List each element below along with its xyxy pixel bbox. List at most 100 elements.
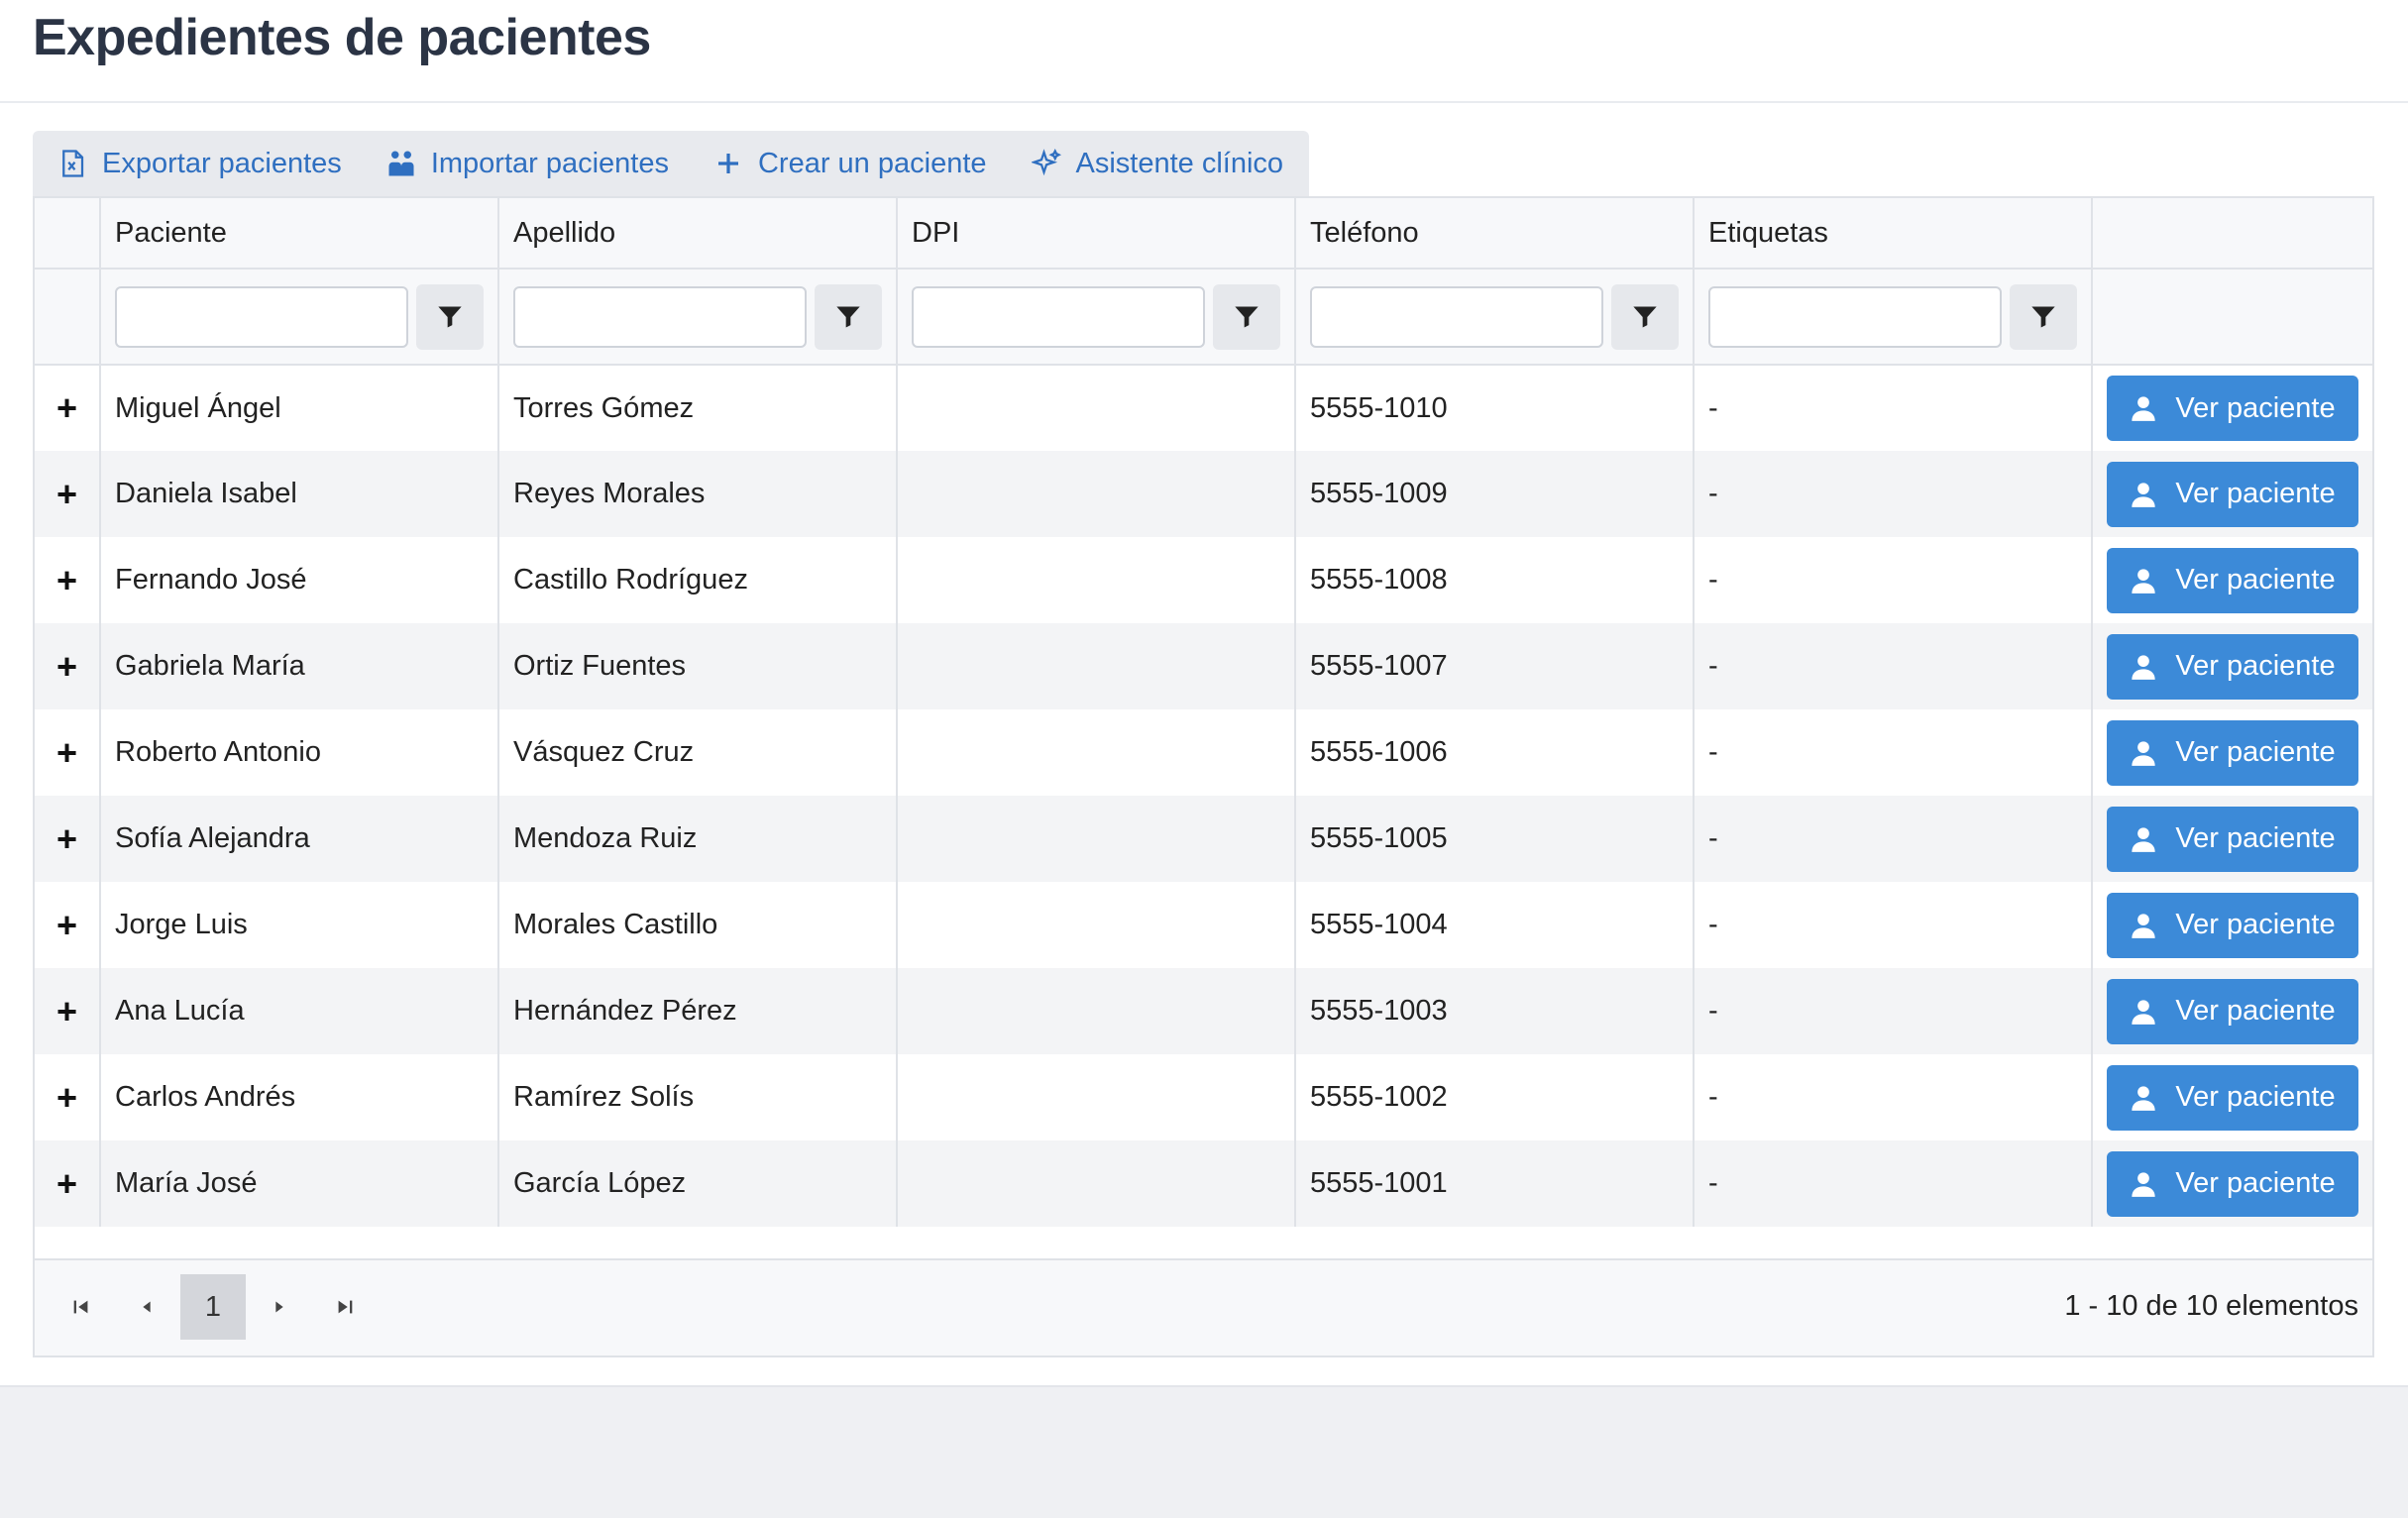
cell-dpi xyxy=(897,365,1296,451)
excel-file-icon xyxy=(56,148,88,179)
table-row: + Miguel Ángel Torres Gómez 5555-1010- Ver p… xyxy=(35,365,2372,451)
current-page-button[interactable]: 1 xyxy=(180,1274,246,1340)
create-patient-button[interactable]: Crear un paciente xyxy=(712,131,987,196)
view-patient-button[interactable]: Ver paciente xyxy=(2107,806,2358,872)
cell-telefono: 5555-1004 xyxy=(1295,882,1695,968)
clinical-assistant-button[interactable]: Asistente clínico xyxy=(1031,131,1284,196)
cell-dpi xyxy=(897,451,1296,537)
cell-etiquetas: - xyxy=(1694,1140,2093,1227)
user-icon xyxy=(2132,999,2156,1025)
expand-row-button[interactable]: + xyxy=(35,796,101,882)
filter-button-paciente[interactable] xyxy=(416,283,484,350)
expand-row-button[interactable]: + xyxy=(35,537,101,623)
view-patient-button[interactable]: Ver paciente xyxy=(2107,461,2358,527)
filter-input-etiquetas[interactable] xyxy=(1708,285,2002,348)
filter-button-apellido[interactable] xyxy=(815,283,882,350)
expand-row-button[interactable]: + xyxy=(35,968,101,1054)
expand-row-button[interactable]: + xyxy=(35,709,101,796)
filter-icon xyxy=(1633,306,1657,327)
cell-apellido: Ramírez Solís xyxy=(498,1054,898,1140)
column-header-etiquetas[interactable]: Etiquetas xyxy=(1694,198,2093,270)
expand-row-button[interactable]: + xyxy=(35,365,101,451)
filter-row xyxy=(35,269,2372,366)
export-patients-button[interactable]: Exportar pacientes xyxy=(56,131,342,196)
column-header-paciente[interactable]: Paciente xyxy=(100,198,499,270)
import-patients-button[interactable]: Importar pacientes xyxy=(385,131,669,196)
cell-etiquetas: - xyxy=(1694,365,2093,451)
filter-button-etiquetas[interactable] xyxy=(2010,283,2077,350)
cell-etiquetas: - xyxy=(1694,1054,2093,1140)
cell-etiquetas: - xyxy=(1694,537,2093,623)
column-header-telefono[interactable]: Teléfono xyxy=(1295,198,1695,270)
view-patient-button[interactable]: Ver paciente xyxy=(2107,978,2358,1044)
column-header-apellido[interactable]: Apellido xyxy=(498,198,898,270)
cell-actions: Ver paciente xyxy=(2092,709,2372,796)
next-page-button[interactable] xyxy=(247,1274,312,1340)
expand-row-button[interactable]: + xyxy=(35,623,101,709)
view-patient-button[interactable]: Ver paciente xyxy=(2107,719,2358,786)
cell-telefono: 5555-1001 xyxy=(1295,1140,1695,1227)
table-row: + Fernando José Castillo Rodríguez 5555-100… xyxy=(35,537,2372,623)
view-patient-button[interactable]: Ver paciente xyxy=(2107,633,2358,700)
cell-actions: Ver paciente xyxy=(2092,1054,2372,1140)
expand-row-button[interactable]: + xyxy=(35,451,101,537)
filter-input-dpi[interactable] xyxy=(912,285,1205,348)
view-patient-label: Ver paciente xyxy=(2175,478,2336,509)
filter-button-telefono[interactable] xyxy=(1611,283,1679,350)
view-patient-label: Ver paciente xyxy=(2175,1081,2336,1113)
cell-dpi xyxy=(897,968,1296,1054)
cell-etiquetas: - xyxy=(1694,968,2093,1054)
header-row: Paciente Apellido DPI Teléfono Etiquetas xyxy=(35,198,2372,270)
cell-dpi xyxy=(897,709,1296,796)
cell-paciente: Roberto Antonio xyxy=(100,709,499,796)
filter-input-telefono[interactable] xyxy=(1310,285,1603,348)
view-patient-label: Ver paciente xyxy=(2175,650,2336,682)
cell-apellido: Vásquez Cruz xyxy=(498,709,898,796)
cell-telefono: 5555-1008 xyxy=(1295,537,1695,623)
user-icon xyxy=(2132,654,2156,680)
filter-icon xyxy=(1235,306,1259,327)
user-icon xyxy=(2132,1171,2156,1197)
cell-etiquetas: - xyxy=(1694,796,2093,882)
view-patient-button[interactable]: Ver paciente xyxy=(2107,1150,2358,1217)
cell-paciente: Jorge Luis xyxy=(100,882,499,968)
first-page-button[interactable] xyxy=(49,1274,114,1340)
previous-page-button[interactable] xyxy=(114,1274,179,1340)
view-patient-button[interactable]: Ver paciente xyxy=(2107,376,2358,441)
cell-actions: Ver paciente xyxy=(2092,623,2372,709)
expand-row-button[interactable]: + xyxy=(35,882,101,968)
cell-telefono: 5555-1003 xyxy=(1295,968,1695,1054)
cell-apellido: Hernández Pérez xyxy=(498,968,898,1054)
view-patient-button[interactable]: Ver paciente xyxy=(2107,1064,2358,1131)
expand-row-button[interactable]: + xyxy=(35,1140,101,1227)
page-title: Expedientes de pacientes xyxy=(33,9,651,66)
cell-telefono: 5555-1002 xyxy=(1295,1054,1695,1140)
view-patient-label: Ver paciente xyxy=(2175,1167,2336,1199)
expand-column-header xyxy=(35,198,101,270)
filter-button-dpi[interactable] xyxy=(1213,283,1280,350)
filter-input-paciente[interactable] xyxy=(115,285,408,348)
cell-dpi xyxy=(897,882,1296,968)
first-page-icon xyxy=(73,1300,88,1314)
people-icon xyxy=(385,148,417,179)
clinical-assistant-label: Asistente clínico xyxy=(1075,147,1284,179)
user-icon xyxy=(2132,568,2156,594)
view-patient-button[interactable]: Ver paciente xyxy=(2107,892,2358,958)
last-page-button[interactable] xyxy=(312,1274,378,1340)
column-header-dpi[interactable]: DPI xyxy=(897,198,1296,270)
cell-actions: Ver paciente xyxy=(2092,882,2372,968)
expand-row-button[interactable]: + xyxy=(35,1054,101,1140)
cell-apellido: Ortiz Fuentes xyxy=(498,623,898,709)
table-row: + Jorge Luis Morales Castillo 5555-1004- Ver… xyxy=(35,882,2372,968)
cell-telefono: 5555-1005 xyxy=(1295,796,1695,882)
view-patient-label: Ver paciente xyxy=(2175,564,2336,596)
filter-cell-empty xyxy=(35,269,101,366)
table-row: + Carlos Andrés Ramírez Solís 5555-1002- Ver… xyxy=(35,1054,2372,1140)
cell-actions: Ver paciente xyxy=(2092,968,2372,1054)
cell-apellido: Reyes Morales xyxy=(498,451,898,537)
filter-input-apellido[interactable] xyxy=(513,285,807,348)
patients-table-body: + Miguel Ángel Torres Gómez 5555-1010- Ver p… xyxy=(35,365,2372,1227)
import-patients-label: Importar pacientes xyxy=(430,147,669,179)
filter-cell-apellido xyxy=(498,269,898,366)
view-patient-button[interactable]: Ver paciente xyxy=(2107,547,2358,613)
